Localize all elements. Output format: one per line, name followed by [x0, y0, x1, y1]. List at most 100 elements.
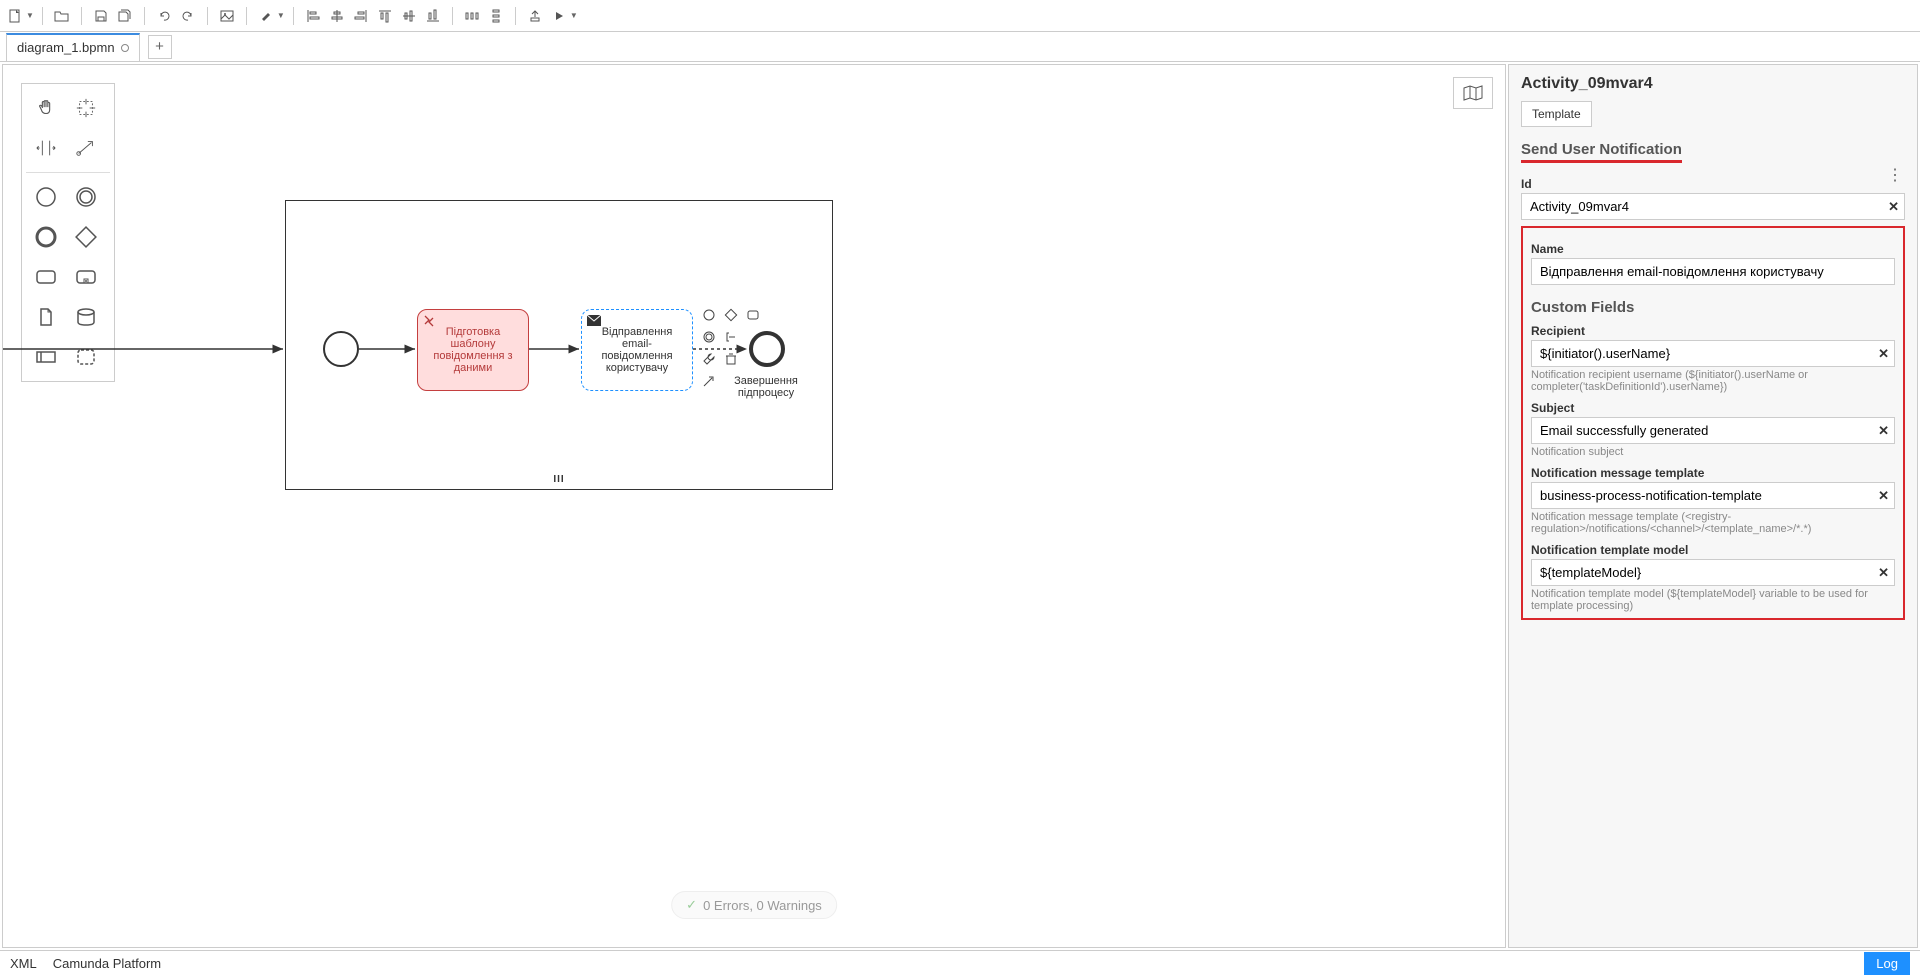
canvas[interactable]: III Підготовка шаблону повідомлення з да… — [2, 64, 1506, 948]
lasso-tool[interactable] — [66, 88, 106, 128]
highlight-section: Name Custom Fields Recipient ✕ Notificat… — [1521, 226, 1905, 620]
deploy-icon[interactable] — [524, 5, 546, 27]
subprocess-tool[interactable] — [66, 257, 106, 297]
diagram-tab[interactable]: diagram_1.bpmn — [6, 33, 140, 61]
recipient-label: Recipient — [1531, 324, 1895, 338]
align-right-icon[interactable] — [350, 5, 372, 27]
add-tab-button[interactable]: + — [148, 35, 172, 59]
separator — [246, 7, 247, 25]
footer-bar: XML Camunda Platform Log — [0, 950, 1920, 976]
data-store-tool[interactable] — [66, 297, 106, 337]
cp-gateway-icon[interactable] — [721, 305, 741, 325]
intermediate-event-tool[interactable] — [66, 177, 106, 217]
tab-template[interactable]: Template — [1521, 101, 1592, 127]
new-file-icon[interactable] — [4, 5, 26, 27]
pool-tool[interactable] — [26, 337, 66, 377]
unsaved-indicator-icon — [121, 44, 129, 52]
footer-platform[interactable]: Camunda Platform — [53, 956, 161, 971]
clear-icon[interactable]: ✕ — [1888, 199, 1899, 215]
model-input[interactable] — [1531, 559, 1895, 586]
hand-tool[interactable] — [26, 88, 66, 128]
kebab-menu-icon[interactable]: ⋮ — [1887, 165, 1903, 185]
separator — [452, 7, 453, 25]
connect-tool[interactable] — [66, 128, 106, 168]
properties-panel: Activity_09mvar4 Template Send User Noti… — [1508, 64, 1918, 948]
run-dropdown[interactable]: ▼ — [570, 11, 578, 20]
align-left-icon[interactable] — [302, 5, 324, 27]
separator — [207, 7, 208, 25]
cp-intermediate-icon[interactable] — [699, 327, 719, 347]
template-name: Send User Notification — [1521, 141, 1682, 163]
id-label: Id — [1521, 177, 1905, 191]
task-label: Відправлення email-повідомлення користув… — [588, 326, 686, 374]
cp-trash-icon[interactable] — [721, 349, 741, 369]
data-object-tool[interactable] — [26, 297, 66, 337]
redo-icon[interactable] — [177, 5, 199, 27]
task-label: Підготовка шаблону повідомлення з даними — [424, 326, 522, 374]
name-input[interactable] — [1531, 258, 1895, 285]
cp-wrench-icon[interactable] — [699, 349, 719, 369]
clear-icon[interactable]: ✕ — [1878, 346, 1889, 362]
minimap-toggle[interactable] — [1453, 77, 1493, 109]
save-all-icon[interactable] — [114, 5, 136, 27]
color-dropdown[interactable]: ▼ — [277, 11, 285, 20]
context-pad — [699, 305, 769, 391]
custom-fields-heading: Custom Fields — [1531, 299, 1895, 316]
distribute-v-icon[interactable] — [485, 5, 507, 27]
image-icon[interactable] — [216, 5, 238, 27]
cp-connect-icon[interactable] — [699, 371, 719, 391]
log-button[interactable]: Log — [1864, 952, 1910, 975]
cp-text-icon[interactable] — [721, 327, 741, 347]
tmpl-input[interactable] — [1531, 482, 1895, 509]
clear-icon[interactable]: ✕ — [1878, 488, 1889, 504]
task-prepare-template[interactable]: Підготовка шаблону повідомлення з даними — [417, 309, 529, 391]
footer-xml[interactable]: XML — [10, 956, 37, 971]
task-send-email[interactable]: Відправлення email-повідомлення користув… — [581, 309, 693, 391]
align-middle-icon[interactable] — [398, 5, 420, 27]
id-input[interactable] — [1521, 193, 1905, 220]
task-tool[interactable] — [26, 257, 66, 297]
color-icon[interactable] — [255, 5, 277, 27]
panel-title: Activity_09mvar4 — [1521, 75, 1905, 93]
clear-icon[interactable]: ✕ — [1878, 565, 1889, 581]
new-file-dropdown[interactable]: ▼ — [26, 11, 34, 20]
tab-bar: diagram_1.bpmn + — [0, 32, 1920, 62]
separator — [81, 7, 82, 25]
subject-hint: Notification subject — [1531, 446, 1895, 458]
start-event[interactable] — [323, 331, 359, 367]
palette — [21, 83, 115, 382]
save-icon[interactable] — [90, 5, 112, 27]
cp-task-icon[interactable] — [743, 305, 763, 325]
align-center-icon[interactable] — [326, 5, 348, 27]
cp-event-icon[interactable] — [699, 305, 719, 325]
group-tool[interactable] — [66, 337, 106, 377]
tab-label: diagram_1.bpmn — [17, 40, 115, 55]
distribute-h-icon[interactable] — [461, 5, 483, 27]
subject-input[interactable] — [1531, 417, 1895, 444]
end-event-tool[interactable] — [26, 217, 66, 257]
recipient-input[interactable] — [1531, 340, 1895, 367]
subject-label: Subject — [1531, 401, 1895, 415]
lint-label: 0 Errors, 0 Warnings — [703, 898, 822, 913]
name-label: Name — [1531, 242, 1895, 256]
model-hint: Notification template model (${templateM… — [1531, 588, 1895, 612]
clear-icon[interactable]: ✕ — [1878, 423, 1889, 439]
gateway-tool[interactable] — [66, 217, 106, 257]
space-tool[interactable] — [26, 128, 66, 168]
lint-status[interactable]: ✓ 0 Errors, 0 Warnings — [671, 891, 837, 919]
separator — [515, 7, 516, 25]
align-top-icon[interactable] — [374, 5, 396, 27]
run-icon[interactable] — [548, 5, 570, 27]
recipient-hint: Notification recipient username (${initi… — [1531, 369, 1895, 393]
start-event-tool[interactable] — [26, 177, 66, 217]
separator — [144, 7, 145, 25]
undo-icon[interactable] — [153, 5, 175, 27]
pool-handle-icon[interactable]: III — [553, 474, 564, 485]
top-toolbar: ▼ ▼ ▼ — [0, 0, 1920, 32]
separator — [293, 7, 294, 25]
tmpl-hint: Notification message template (<registry… — [1531, 511, 1895, 535]
open-icon[interactable] — [51, 5, 73, 27]
align-bottom-icon[interactable] — [422, 5, 444, 27]
check-icon: ✓ — [686, 897, 697, 913]
tmpl-label: Notification message template — [1531, 466, 1895, 480]
